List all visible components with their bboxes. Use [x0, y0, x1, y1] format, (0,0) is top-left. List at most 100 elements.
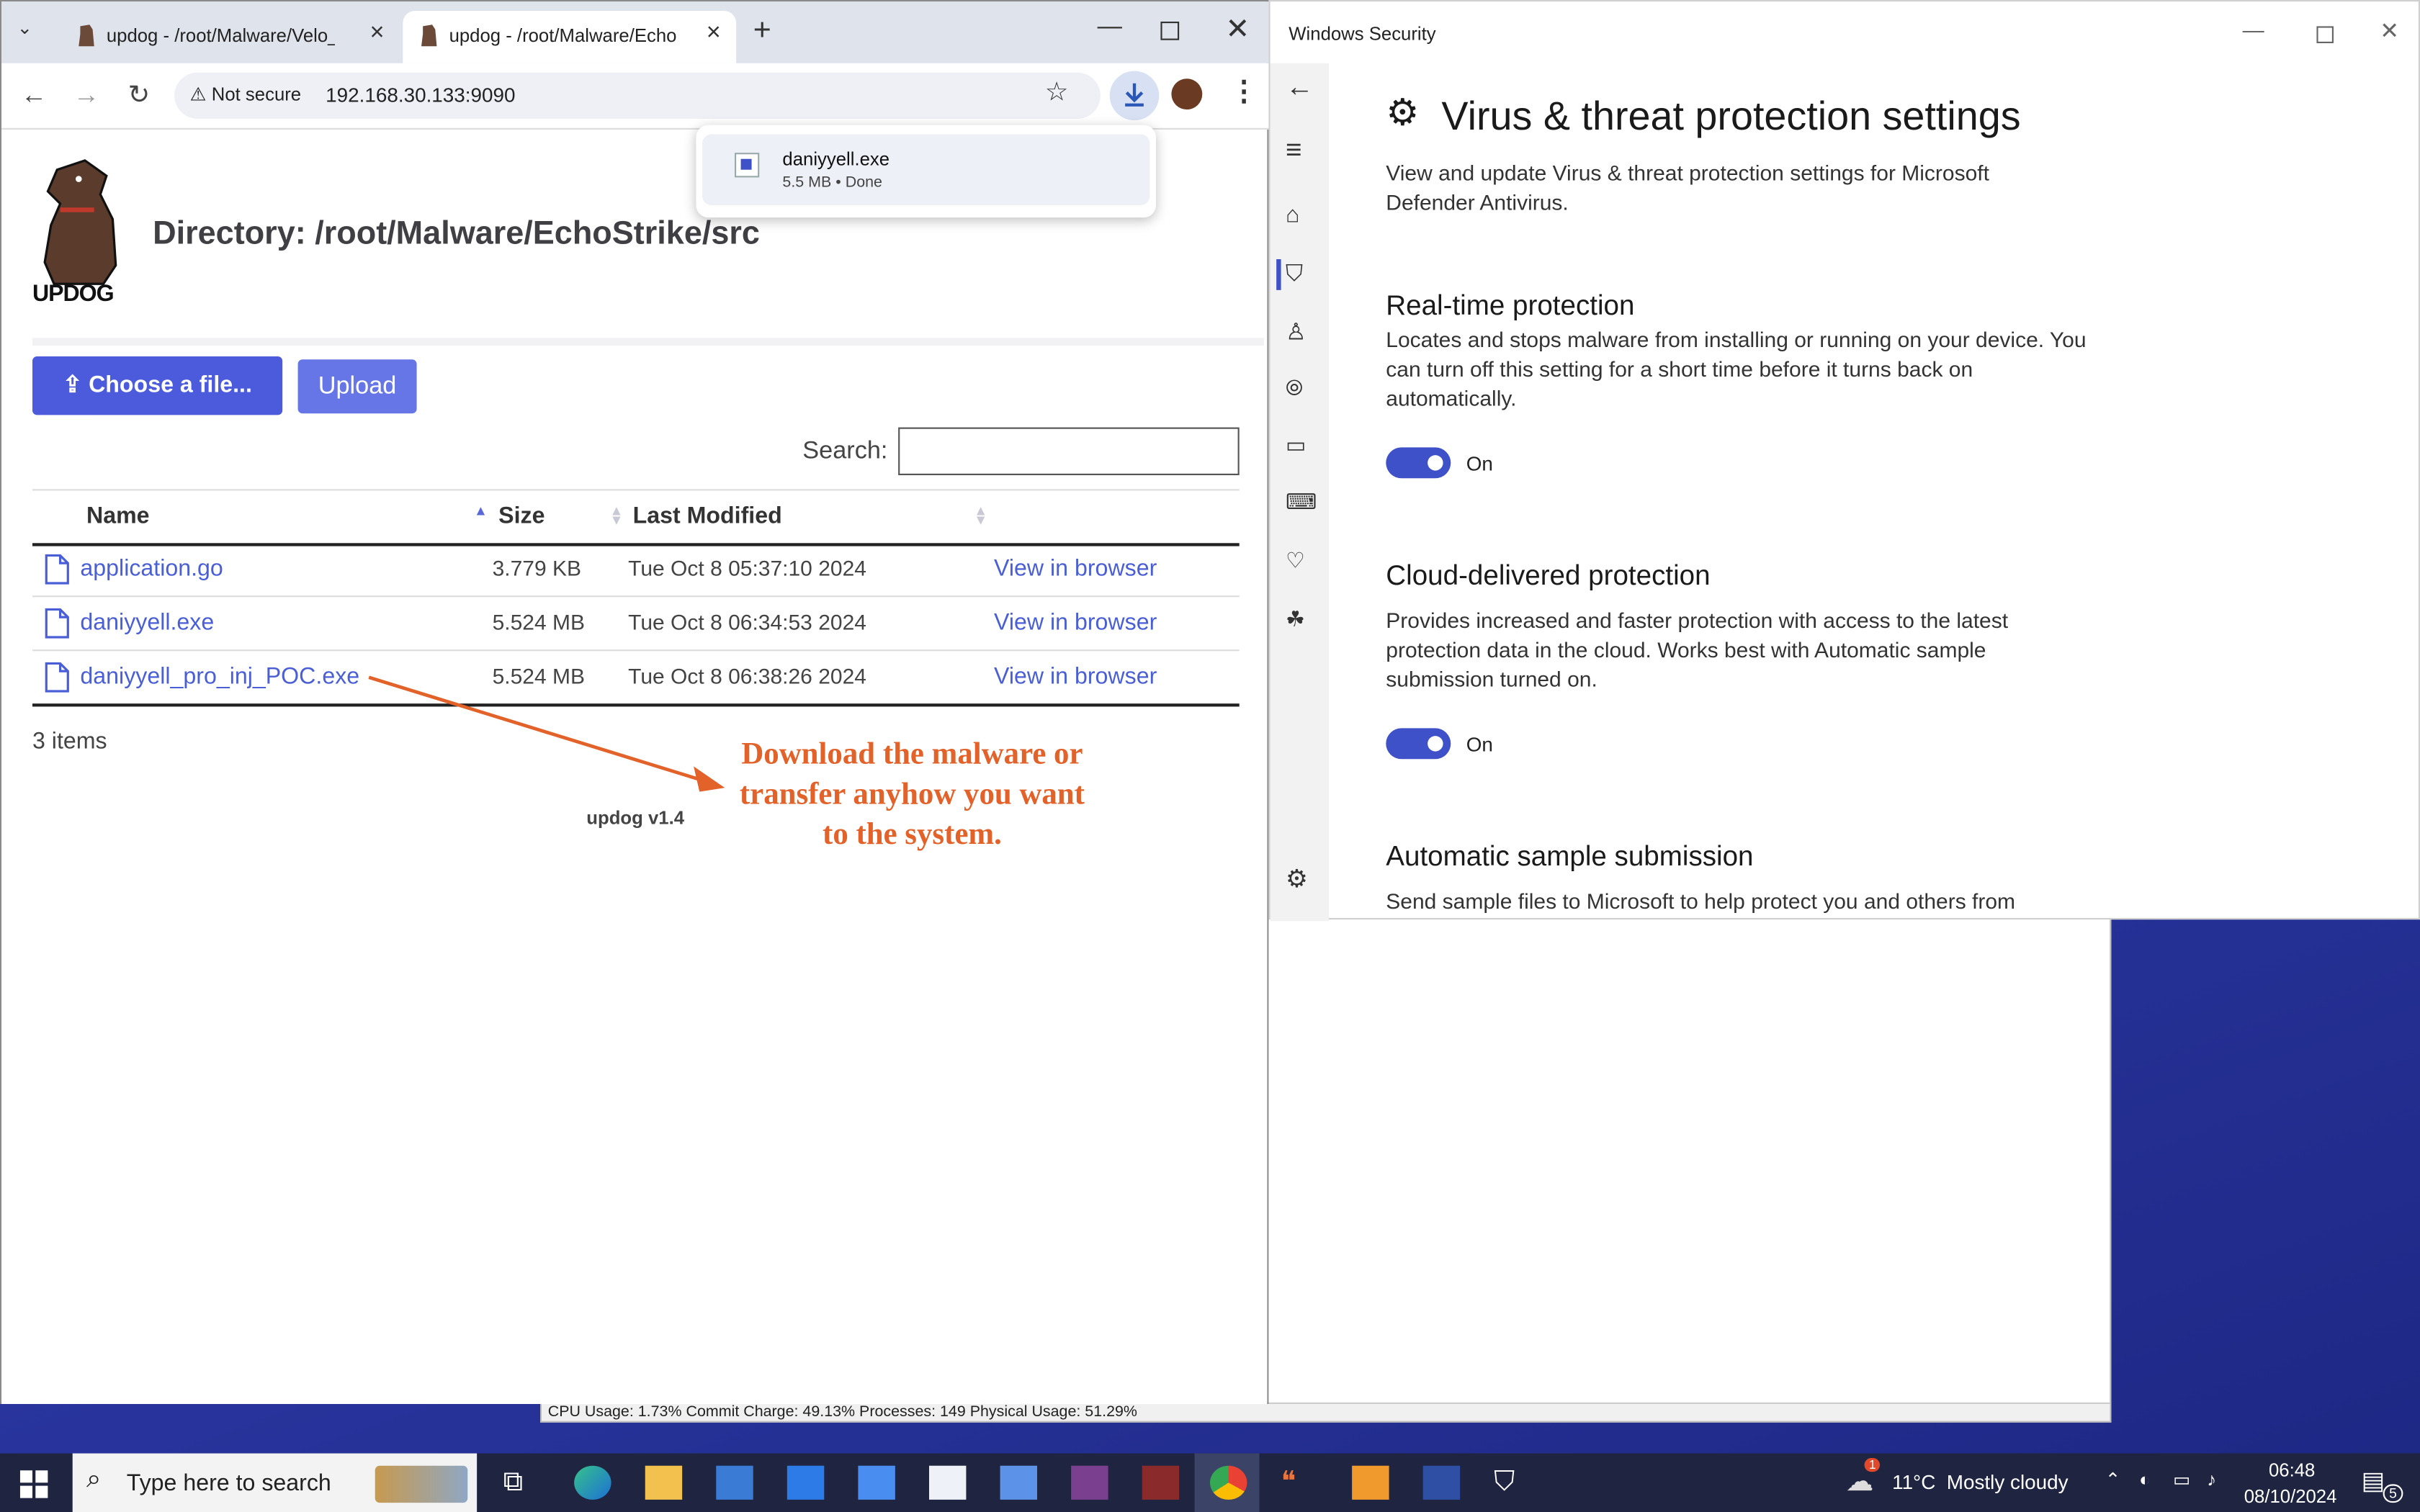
tab-title: updog - /root/Malware/EchoStrike/src [449, 24, 678, 47]
system-tray: ☁ 1 11°C Mostly cloudy ⌃ ◐ ▭ ♪ 06:48 08/… [1843, 1454, 2420, 1512]
download-status: 5.5 MB • Done [782, 174, 882, 192]
not-secure-indicator[interactable]: ⚠ Not secure [190, 84, 302, 105]
affinity-icon[interactable] [1071, 1465, 1108, 1500]
url-text[interactable]: 192.168.30.133:9090 [326, 84, 515, 107]
download-icon [1125, 83, 1144, 107]
toggle-state-label: On [1466, 451, 1493, 475]
binary-tool-icon[interactable] [1142, 1465, 1180, 1500]
window-title: Windows Security [1289, 23, 1436, 45]
close-window-icon[interactable]: ✕ [2380, 17, 2399, 45]
section-title: Automatic sample submission [1386, 840, 1754, 872]
mail-icon[interactable] [786, 1465, 825, 1500]
quote-app-icon[interactable]: ❝ [1281, 1466, 1318, 1500]
browser-window: ⌄ updog - /root/Malware/Velo_DFIR × updo… [0, 0, 1270, 1404]
tab-strip: ⌄ updog - /root/Malware/Velo_DFIR × updo… [1, 1, 1270, 63]
tab-search-icon[interactable]: ⌄ [17, 17, 33, 39]
close-window-icon[interactable]: ✕ [1225, 12, 1250, 48]
gears-icon: ⚙ [1386, 92, 1420, 135]
section-description: Locates and stops malware from installin… [1386, 327, 2087, 410]
annotation-line: transfer anyhow you want [739, 778, 1085, 812]
annotation-line: Download the malware or [741, 737, 1083, 772]
todo-icon[interactable] [858, 1465, 895, 1500]
family-options-icon[interactable]: ☘ [1286, 606, 1317, 637]
realtime-protection-toggle[interactable] [1386, 447, 1451, 479]
search-app-icon[interactable] [1000, 1465, 1037, 1500]
download-popup: daniyyell.exe 5.5 MB • Done [696, 125, 1156, 218]
taskbar-search-box[interactable]: ⌕ Type here to search [72, 1453, 478, 1512]
windows-security-window: Windows Security — ✕ ← ≡ ⌂ ⛉ ♙ ⦾ ▭ ⌨ ♡ ☘… [1268, 0, 2420, 922]
file-explorer-icon[interactable] [645, 1465, 683, 1500]
notification-count: 5 [2383, 1484, 2403, 1503]
tab-title: updog - /root/Malware/Velo_DFIR [106, 24, 335, 47]
weather-text[interactable]: 11°C Mostly cloudy [1892, 1470, 2068, 1493]
annotation-text: Download the malware or transfer anyhow … [704, 734, 1121, 855]
firewall-network-icon[interactable]: ⦾ [1286, 375, 1317, 406]
close-tab-icon[interactable]: × [370, 20, 385, 48]
download-item[interactable]: daniyyell.exe 5.5 MB • Done [702, 134, 1150, 205]
annotation-line: to the system. [823, 817, 1002, 852]
download-filename: daniyyell.exe [782, 148, 890, 170]
not-secure-label: Not secure [211, 83, 302, 105]
cloud-protection-toggle[interactable] [1386, 728, 1451, 760]
app-browser-control-icon[interactable]: ▭ [1286, 432, 1317, 463]
updog-favicon-icon [79, 24, 94, 47]
shield-icon[interactable]: ⛉ [1286, 261, 1317, 292]
device-health-icon[interactable]: ♡ [1286, 548, 1317, 579]
hamburger-menu-icon[interactable]: ≡ [1286, 134, 1317, 165]
edge-icon[interactable] [574, 1465, 611, 1500]
search-highlight-icon [375, 1465, 468, 1503]
section-title: Real-time protection [1386, 289, 1635, 321]
windows-start-icon[interactable] [19, 1470, 48, 1498]
forward-icon[interactable]: → [69, 78, 103, 112]
sublime-icon[interactable] [1352, 1465, 1389, 1500]
tab-velo-dfir[interactable]: updog - /root/Malware/Velo_DFIR × [60, 11, 400, 63]
search-placeholder: Type here to search [126, 1470, 331, 1497]
page-heading: Virus & threat protection settings [1441, 92, 2021, 139]
chrome-icon[interactable] [1210, 1465, 1247, 1500]
powershell-icon[interactable] [1422, 1465, 1461, 1500]
address-bar[interactable]: ⚠ Not secure 192.168.30.133:9090 ☆ [174, 72, 1101, 119]
updog-favicon-icon [421, 24, 437, 47]
browser-menu-icon[interactable]: ⋮ [1230, 76, 1258, 108]
clock-time[interactable]: 06:48 [2269, 1459, 2315, 1481]
device-security-icon[interactable]: ⌨ [1286, 489, 1317, 520]
task-view-icon[interactable]: ⧉ [503, 1466, 540, 1500]
volume-icon[interactable]: ♪ [2207, 1469, 2216, 1490]
notification-center-icon[interactable]: ▤ [2362, 1466, 2385, 1497]
maximize-icon[interactable] [1160, 22, 1180, 40]
settings-gear-icon[interactable]: ⚙ [1286, 864, 1317, 895]
home-icon[interactable]: ⌂ [1286, 202, 1317, 233]
meet-now-icon[interactable]: ◐ [2139, 1469, 2151, 1490]
close-tab-icon[interactable]: × [707, 20, 721, 48]
battery-icon[interactable]: ▭ [2173, 1469, 2190, 1490]
notepad-icon[interactable] [929, 1465, 967, 1500]
side-nav: ← ≡ ⌂ ⛉ ♙ ⦾ ▭ ⌨ ♡ ☘ ⚙ [1270, 63, 1329, 922]
weather-badge: 1 [1864, 1457, 1881, 1472]
section-title: Cloud-delivered protection [1386, 559, 1711, 591]
windows-security-icon[interactable]: ⛉ [1494, 1466, 1531, 1500]
clock-date[interactable]: 08/10/2024 [2244, 1486, 2337, 1508]
minimize-icon[interactable]: — [1098, 14, 1122, 42]
status-bar: CPU Usage: 1.73% Commit Charge: 49.13% P… [542, 1402, 2110, 1421]
updog-page: UPDOG Directory: /root/Malware/EchoStrik… [1, 130, 1268, 1404]
minimize-icon[interactable]: — [2243, 17, 2264, 42]
tab-echostrike[interactable]: updog - /root/Malware/EchoStrike/src × [403, 11, 737, 63]
bookmark-star-icon[interactable]: ☆ [1045, 77, 1069, 108]
profile-avatar[interactable] [1171, 78, 1203, 110]
new-tab-icon[interactable]: + [753, 14, 771, 49]
show-hidden-icons-icon[interactable]: ⌃ [2105, 1469, 2121, 1490]
browser-toolbar: ← → ↻ ⚠ Not secure 192.168.30.133:9090 ☆… [1, 63, 1270, 130]
maximize-icon[interactable] [2316, 26, 2334, 43]
back-arrow-icon[interactable]: ← [1286, 71, 1317, 102]
section-description: Send sample files to Microsoft to help p… [1386, 888, 2016, 914]
back-icon[interactable]: ← [17, 78, 51, 112]
downloads-button[interactable] [1109, 71, 1160, 121]
account-icon[interactable]: ♙ [1286, 318, 1317, 348]
store-icon[interactable] [716, 1465, 753, 1500]
reload-icon[interactable]: ↻ [122, 78, 156, 112]
toggle-state-label: On [1466, 732, 1493, 756]
search-icon: ⌕ [86, 1464, 102, 1494]
intro-text: View and update Virus & threat protectio… [1386, 160, 1989, 215]
taskbar: ⌕ Type here to search ⧉ ❝ ⛉ ☁ 1 11°C Mos… [0, 1453, 2420, 1512]
title-bar: Windows Security — ✕ [1270, 1, 2420, 63]
